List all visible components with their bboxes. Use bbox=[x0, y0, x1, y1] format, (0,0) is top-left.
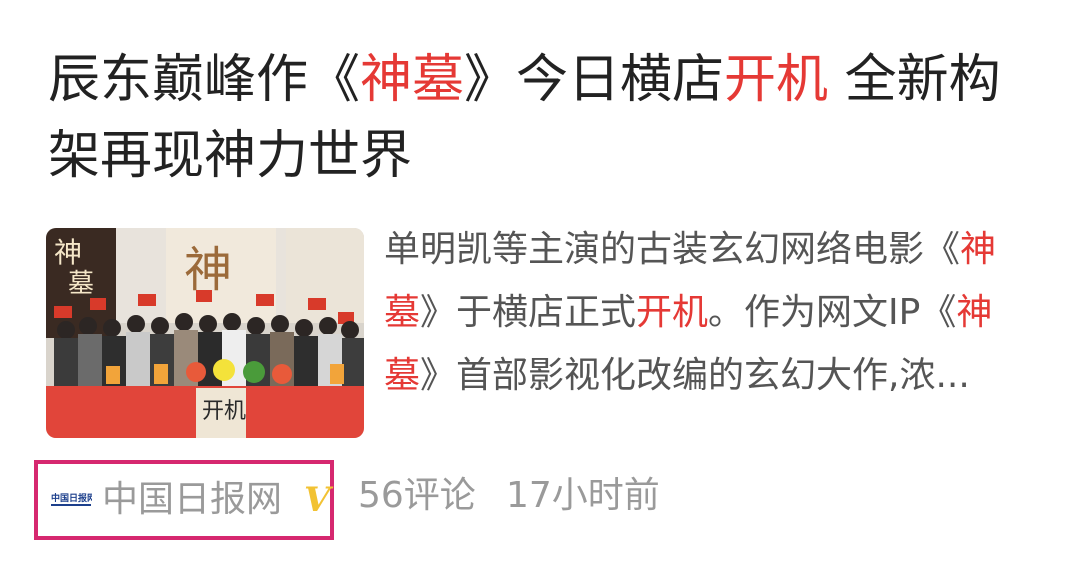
title-text: 辰东巅峰作《 bbox=[48, 50, 361, 110]
article-title[interactable]: 辰东巅峰作《神墓》今日横店开机 全新构架再现神力世界 bbox=[48, 42, 1048, 194]
thumbnail-image: 神 墓 神 开机 bbox=[46, 228, 364, 438]
summary-text: 》首部影视化改编的玄幻大作,浓... bbox=[420, 355, 970, 396]
verified-badge-icon: V bbox=[304, 480, 331, 520]
source-name[interactable]: 中国日报网 bbox=[102, 478, 282, 522]
summary-highlight: 开机 bbox=[636, 292, 709, 333]
banner-text-left-2: 墓 bbox=[68, 269, 94, 299]
publish-time: 17小时前 bbox=[506, 475, 660, 516]
comment-count[interactable]: 56评论 bbox=[358, 474, 476, 518]
title-text: 》今日横店 bbox=[464, 50, 725, 110]
source-highlight-box[interactable]: 中国日报网 中国日报网 V bbox=[34, 460, 334, 540]
summary-text: 单明凯等主演的古装玄幻网络电影《 bbox=[384, 229, 961, 270]
table-text: 开机 bbox=[202, 399, 246, 424]
svg-text:中国日报网: 中国日报网 bbox=[51, 492, 92, 504]
article-thumbnail[interactable]: 神 墓 神 开机 bbox=[46, 228, 364, 438]
banner-text-left: 神 bbox=[54, 236, 82, 269]
news-card[interactable]: 辰东巅峰作《神墓》今日横店开机 全新构架再现神力世界 神 墓 神 开机 单明凯等… bbox=[0, 0, 1080, 569]
article-summary[interactable]: 单明凯等主演的古装玄幻网络电影《神墓》于横店正式开机。作为网文IP《神墓》首部影… bbox=[384, 218, 1039, 407]
china-daily-logo-icon: 中国日报网 bbox=[50, 490, 92, 510]
article-meta: 中国日报网 中国日报网 V 56评论 17小时前 bbox=[0, 460, 1080, 540]
banner-text-center: 神 bbox=[184, 242, 232, 298]
summary-text: 。作为网文IP《 bbox=[708, 292, 957, 333]
title-highlight: 神墓 bbox=[360, 50, 465, 110]
summary-text: 》于横店正式 bbox=[420, 292, 637, 333]
title-highlight: 开机 bbox=[724, 50, 829, 110]
